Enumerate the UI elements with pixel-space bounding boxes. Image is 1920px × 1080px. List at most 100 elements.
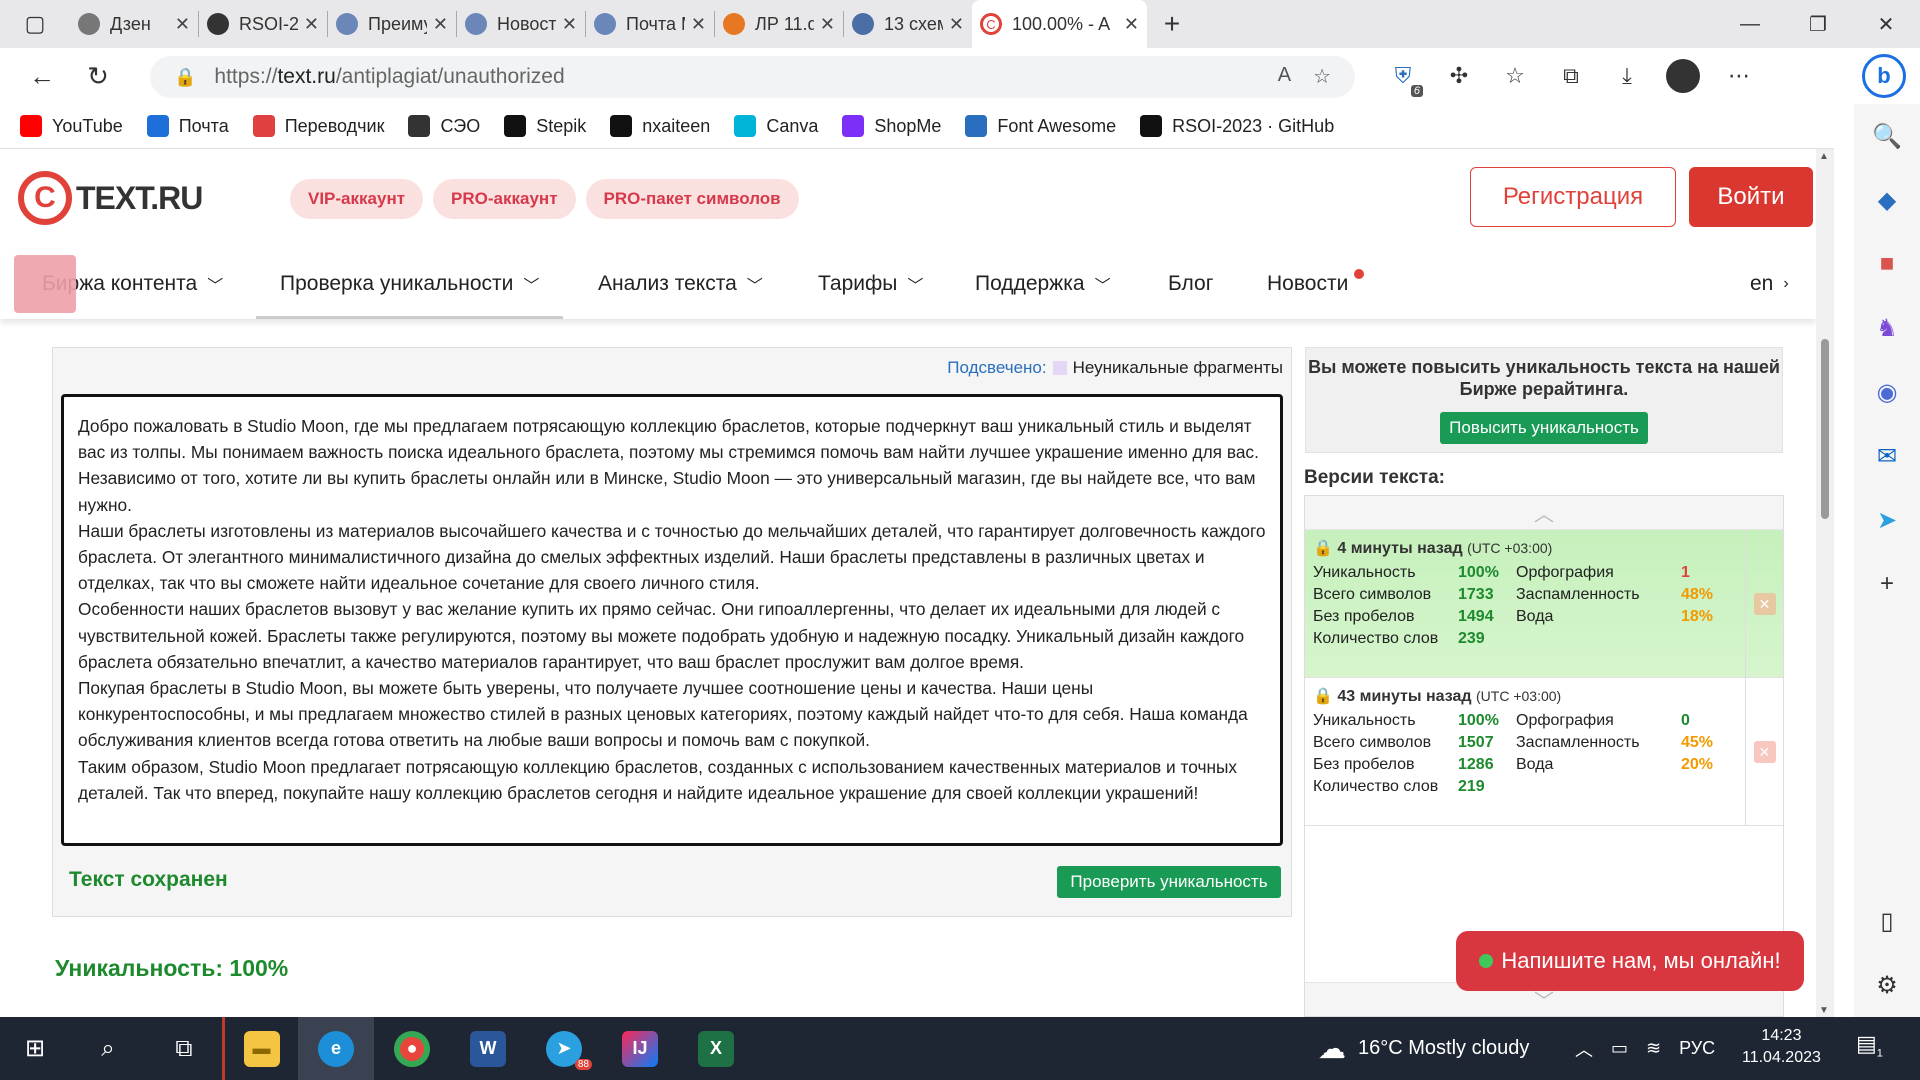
word-icon[interactable]: W [450,1017,526,1080]
add-favorite-icon[interactable]: ☆ [1313,64,1331,89]
favorites-icon[interactable]: ☆ [1487,63,1543,89]
close-tab-icon[interactable]: ✕ [175,14,190,35]
shopping-tag-icon[interactable]: ◆ [1878,168,1896,232]
close-tab-icon[interactable]: ✕ [1124,14,1139,35]
scroll-down-icon[interactable]: ▼ [1819,1005,1829,1016]
office-icon[interactable]: ◉ [1877,360,1898,424]
register-button[interactable]: Регистрация [1470,167,1676,227]
delete-version[interactable]: ✕ [1745,678,1783,826]
bookmark-item[interactable]: RSOI-2023 · GitHub [1140,115,1334,137]
account-pill[interactable]: PRO-аккаунт [433,179,576,219]
tools-briefcase-icon[interactable]: ■ [1880,232,1895,296]
downloads-icon[interactable]: ⤓ [1599,63,1655,89]
new-tab-button[interactable]: + [1147,8,1197,40]
extensions-icon[interactable]: ✣ [1431,63,1487,89]
nav-item-tariffs[interactable]: Тарифы ﹀ [818,249,923,319]
tab[interactable]: Новость ✕ [457,0,585,48]
read-aloud-icon[interactable]: A [1278,64,1291,89]
close-tab-icon[interactable]: ✕ [949,14,964,35]
nav-item-uniqueness[interactable]: Проверка уникальности ﹀ [255,249,564,319]
scroll-thumb[interactable] [1821,339,1829,519]
wifi-icon[interactable]: ≋ [1646,1038,1661,1059]
maximize-icon[interactable]: ❐ [1784,0,1852,48]
tab[interactable]: Дзен ✕ [70,0,198,48]
version-item[interactable]: 🔒 4 минуты назад (UTC +03:00) Уникальност… [1305,530,1783,678]
language-switch[interactable]: en › [1750,249,1789,319]
version-item[interactable]: 🔒 43 минуты назад (UTC +03:00) Уникальнос… [1305,678,1783,826]
excel-icon[interactable]: X [678,1017,754,1080]
bookmark-item[interactable]: Переводчик [252,115,384,137]
tab-active[interactable]: C 100.00% - A ✕ [972,0,1147,48]
edge-icon[interactable]: e [298,1017,374,1080]
nav-item-text-analysis[interactable]: Анализ текста ﹀ [598,249,763,319]
bookmark-item[interactable]: nxaiteen [610,115,710,137]
nav-item-news[interactable]: Новости [1267,249,1365,319]
checked-text[interactable]: Добро пожаловать в Studio Moon, где мы п… [61,394,1283,846]
file-explorer-icon[interactable]: ▬ [222,1017,298,1080]
search-icon[interactable]: ⌕ [70,1017,146,1080]
add-sidebar-icon[interactable]: + [1880,552,1894,616]
intellij-icon[interactable]: IJ [602,1017,678,1080]
raise-uniqueness-button[interactable]: Повысить уникальность [1440,412,1648,444]
input-language[interactable]: РУС [1679,1038,1715,1059]
close-window-icon[interactable]: ✕ [1852,0,1920,48]
games-icon[interactable]: ♞ [1876,296,1898,360]
notifications-icon[interactable]: ▤1 [1856,1031,1883,1059]
tab[interactable]: Почта Mail. ✕ [586,0,714,48]
delete-version[interactable]: ✕ [1745,530,1783,678]
nav-item-support[interactable]: Поддержка ﹀ [975,249,1111,319]
profile-avatar[interactable] [1666,59,1700,93]
window-controls: — ❐ ✕ [1716,0,1920,48]
search-icon[interactable]: 🔍 [1872,104,1902,168]
tab[interactable]: ЛР 11.docx ✕ [715,0,843,48]
settings-gear-icon[interactable]: ⚙ [1876,953,1898,1017]
tab[interactable]: 13 схем на ✕ [844,0,972,48]
login-button[interactable]: Войти [1689,167,1813,227]
close-tab-icon[interactable]: ✕ [562,14,577,35]
weather-widget[interactable]: ☁ 16°C Mostly cloudy [1318,1017,1529,1080]
close-tab-icon[interactable]: ✕ [691,14,706,35]
chevron-up-icon[interactable]: ︿ [1305,496,1783,530]
account-pill[interactable]: PRO-пакет символов [585,179,799,219]
bookmark-item[interactable]: СЭО [408,115,480,137]
refresh-icon[interactable]: ↻ [70,48,126,104]
windows-start-icon[interactable]: ⊞ [0,1017,70,1080]
bing-copilot-icon[interactable]: b [1862,54,1906,98]
account-pill[interactable]: VIP-аккаунт [290,179,424,219]
clock[interactable]: 14:23 11.04.2023 [1742,1025,1821,1069]
battery-icon[interactable]: ▭ [1611,1038,1628,1059]
back-icon[interactable]: ← [14,48,70,104]
chrome-icon[interactable]: ● [374,1017,450,1080]
nav-item-blog[interactable]: Блог [1168,249,1213,319]
tab[interactable]: RSOI-2023/ ✕ [199,0,327,48]
bookmark-item[interactable]: Font Awesome [965,115,1116,137]
bookmark-item[interactable]: YouTube [20,115,123,137]
page-scrollbar[interactable]: ▲ ▼ [1816,149,1834,1017]
chat-button[interactable]: Напишите нам, мы онлайн! [1456,931,1804,991]
extension-shield-icon[interactable]: ⛨ 6 [1375,63,1431,97]
bookmark-item[interactable]: Stepik [504,115,586,137]
overlay-widget[interactable] [14,255,76,313]
telegram-icon[interactable]: ➤ [1877,488,1897,552]
telegram-icon[interactable]: ➤ 88 [526,1017,602,1080]
minimize-icon[interactable]: — [1716,0,1784,48]
outlook-icon[interactable]: ✉ [1877,424,1897,488]
sidebar-layout-icon[interactable]: ▯ [1880,889,1893,953]
site-logo[interactable]: C TEXT.RU [18,171,203,225]
scroll-up-icon[interactable]: ▲ [1819,151,1829,162]
close-tab-icon[interactable]: ✕ [820,14,835,35]
more-icon[interactable]: ⋯ [1711,63,1767,89]
tab[interactable]: Преимущес ✕ [328,0,456,48]
version-tz: (UTC +03:00) [1476,688,1562,704]
check-uniqueness-button[interactable]: Проверить уникальность [1057,866,1281,898]
task-view-icon[interactable]: ⧉ [146,1017,222,1080]
bookmark-item[interactable]: ShopMe [842,115,941,137]
bookmark-item[interactable]: Почта [146,115,229,137]
close-tab-icon[interactable]: ✕ [304,14,319,35]
close-tab-icon[interactable]: ✕ [433,14,448,35]
collections-icon[interactable]: ⧉ [1543,63,1599,89]
tray-chevron-icon[interactable]: ︿ [1575,1036,1593,1062]
bookmark-item[interactable]: Canva [734,115,818,137]
address-bar[interactable]: 🔒 https:// text.ru /antiplagiat/unauthor… [150,56,1355,98]
tab-actions-icon[interactable]: ▢ [0,0,70,48]
